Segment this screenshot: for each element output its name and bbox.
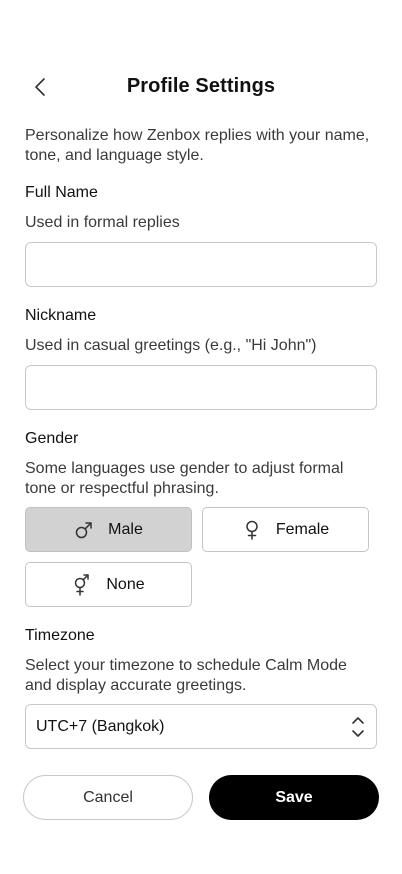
gender-option-label: Male [108, 520, 143, 538]
header: Profile Settings [0, 66, 402, 108]
timezone-select[interactable]: UTC+7 (Bangkok) [25, 704, 377, 749]
cancel-button[interactable]: Cancel [23, 775, 193, 820]
timezone-selected-value: UTC+7 (Bangkok) [36, 717, 165, 735]
page-title: Profile Settings [126, 75, 276, 97]
gender-option-male[interactable]: Male [25, 507, 192, 552]
select-chevrons-icon [352, 717, 364, 737]
gender-option-label: Female [275, 520, 330, 538]
timezone-label: Timezone [25, 627, 95, 644]
gender-helper: Some languages use gender to adjust form… [25, 460, 344, 497]
nickname-input[interactable] [25, 365, 377, 410]
male-symbol-icon [75, 521, 92, 538]
gender-label: Gender [25, 430, 79, 447]
full-name-label: Full Name [25, 184, 98, 201]
gender-option-female[interactable]: Female [202, 507, 369, 552]
intro-text: Personalize how Zenbox replies with your… [25, 127, 370, 164]
gender-option-label: None [106, 575, 145, 593]
neutral-gender-symbol-icon [75, 573, 90, 596]
full-name-input[interactable] [25, 242, 377, 287]
timezone-helper: Select your timezone to schedule Calm Mo… [25, 657, 347, 694]
nickname-helper: Used in casual greetings (e.g., "Hi John… [25, 337, 317, 354]
full-name-helper: Used in formal replies [25, 214, 180, 231]
save-button[interactable]: Save [209, 775, 379, 820]
gender-option-none[interactable]: None [25, 562, 192, 607]
female-symbol-icon [246, 520, 258, 540]
nickname-label: Nickname [25, 307, 97, 324]
